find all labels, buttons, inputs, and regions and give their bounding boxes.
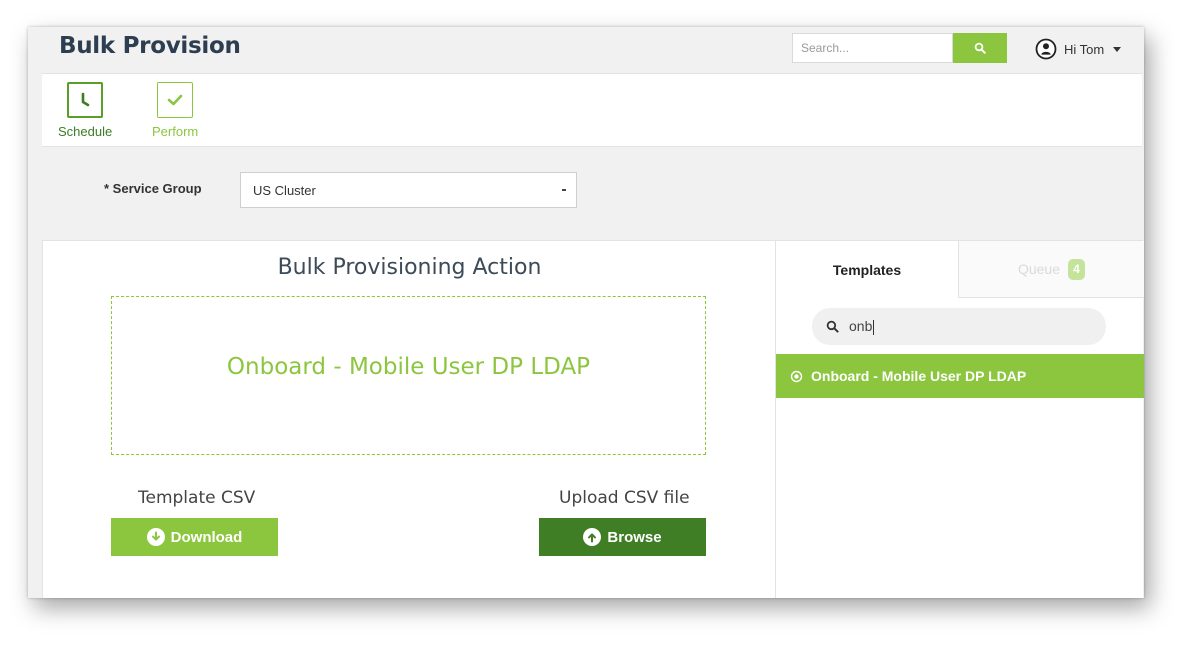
template-search-value: onb — [849, 318, 875, 335]
perform-button[interactable]: Perform — [152, 82, 198, 139]
schedule-button[interactable]: Schedule — [58, 82, 112, 139]
browse-button[interactable]: Browse — [539, 518, 706, 556]
tab-templates[interactable]: Templates — [776, 241, 959, 298]
search-button[interactable] — [953, 33, 1007, 63]
app-window: Bulk Provision Search... Hi Tom Schedule… — [28, 27, 1144, 598]
perform-label: Perform — [152, 124, 199, 139]
template-list-item[interactable]: Onboard - Mobile User DP LDAP — [776, 354, 1144, 398]
dropdown-arrow-icon — [562, 189, 566, 191]
tab-queue-label: Queue — [1017, 261, 1061, 277]
text-cursor — [873, 319, 875, 335]
service-group-label: * Service Group — [104, 181, 202, 196]
clock-icon — [67, 82, 104, 118]
action-toolbar: Schedule Perform — [42, 73, 1142, 147]
search-icon — [974, 42, 986, 54]
checkmark-icon — [157, 82, 194, 118]
service-group-select[interactable]: US Cluster — [240, 172, 577, 208]
template-search-input[interactable]: onb — [812, 308, 1106, 345]
browse-label: Browse — [607, 528, 662, 546]
schedule-label: Schedule — [58, 124, 113, 139]
upload-arrow-icon — [583, 528, 602, 546]
user-menu[interactable]: Hi Tom — [1035, 37, 1122, 61]
side-tabs: Templates Queue 4 — [776, 241, 1144, 298]
service-group-value: US Cluster — [253, 183, 316, 198]
page-title: Bulk Provision — [59, 33, 241, 59]
queue-count-badge: 4 — [1068, 258, 1086, 280]
upload-csv-label: Upload CSV file — [559, 488, 690, 508]
template-csv-label: Template CSV — [138, 488, 256, 508]
user-greeting: Hi Tom — [1064, 41, 1105, 57]
download-label: Download — [170, 528, 243, 546]
template-list-item-label: Onboard - Mobile User DP LDAP — [811, 368, 1027, 384]
panel-title: Bulk Provisioning Action — [277, 255, 542, 280]
selected-template-dropzone: Onboard - Mobile User DP LDAP — [111, 296, 706, 455]
download-button[interactable]: Download — [111, 518, 278, 556]
download-arrow-icon — [146, 528, 165, 546]
header-bar: Bulk Provision Search... Hi Tom — [28, 27, 1144, 71]
search-icon — [826, 320, 839, 333]
templates-side-panel: Templates Queue 4 onb Onboard - Mobile U… — [775, 240, 1144, 598]
selected-template-name: Onboard - Mobile User DP LDAP — [226, 353, 591, 380]
user-avatar-icon — [1035, 38, 1057, 60]
search-input[interactable]: Search... — [792, 33, 953, 63]
tab-queue[interactable]: Queue 4 — [959, 241, 1144, 298]
chevron-down-icon — [1113, 46, 1122, 52]
tab-templates-label: Templates — [832, 261, 902, 278]
radio-selected-icon — [790, 370, 803, 382]
bulk-action-panel: Bulk Provisioning Action Onboard - Mobil… — [42, 240, 775, 598]
